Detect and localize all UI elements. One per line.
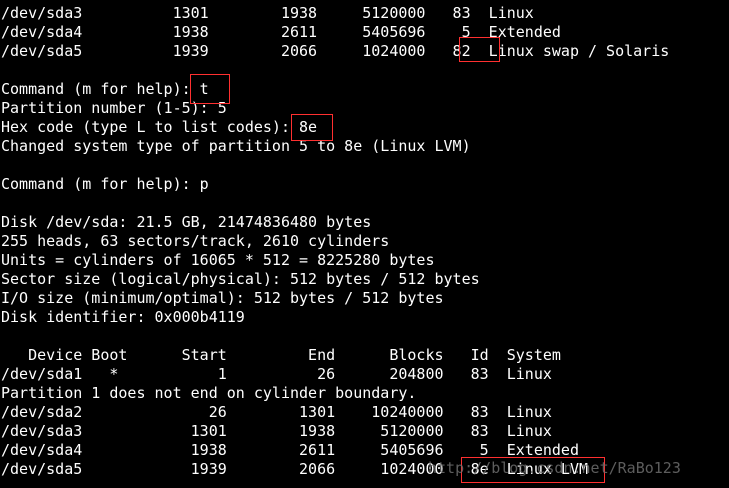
terminal-line: Units = cylinders of 16065 * 512 = 82252… xyxy=(1,251,435,269)
terminal-line: Partition 1 does not end on cylinder bou… xyxy=(1,384,417,402)
highlight-box-command-t xyxy=(190,74,230,104)
watermark: http://blog.csdn.net/RaBo123 xyxy=(428,459,681,477)
terminal-line: /dev/sda5 1939 2066 1024000 82 Linux swa… xyxy=(1,42,670,60)
partition-table-row: /dev/sda1 * 1 26 204800 83 Linux xyxy=(1,365,552,383)
terminal-line: Sector size (logical/physical): 512 byte… xyxy=(1,270,480,288)
highlight-box-id-82 xyxy=(459,37,500,62)
terminal-line: Disk identifier: 0x000b4119 xyxy=(1,308,245,326)
terminal-line: I/O size (minimum/optimal): 512 bytes / … xyxy=(1,289,444,307)
partition-table-row: /dev/sda3 1301 1938 5120000 83 Linux xyxy=(1,422,552,440)
terminal-line: /dev/sda3 1301 1938 5120000 83 Linux xyxy=(1,4,534,22)
terminal-window[interactable]: /dev/sda3 1301 1938 5120000 83 Linux /de… xyxy=(0,0,729,488)
terminal-line: Changed system type of partition 5 to 8e… xyxy=(1,137,471,155)
partition-table-row: /dev/sda2 26 1301 10240000 83 Linux xyxy=(1,403,552,421)
highlight-box-hex-8e xyxy=(291,114,333,141)
terminal-line: Disk /dev/sda: 21.5 GB, 21474836480 byte… xyxy=(1,213,372,231)
terminal-line: Command (m for help): t xyxy=(1,80,209,98)
terminal-line: Hex code (type L to list codes): 8e xyxy=(1,118,318,136)
terminal-line: 255 heads, 63 sectors/track, 2610 cylind… xyxy=(1,232,390,250)
terminal-line: Command (m for help): p xyxy=(1,175,209,193)
partition-table-header: Device Boot Start End Blocks Id System xyxy=(1,346,561,364)
